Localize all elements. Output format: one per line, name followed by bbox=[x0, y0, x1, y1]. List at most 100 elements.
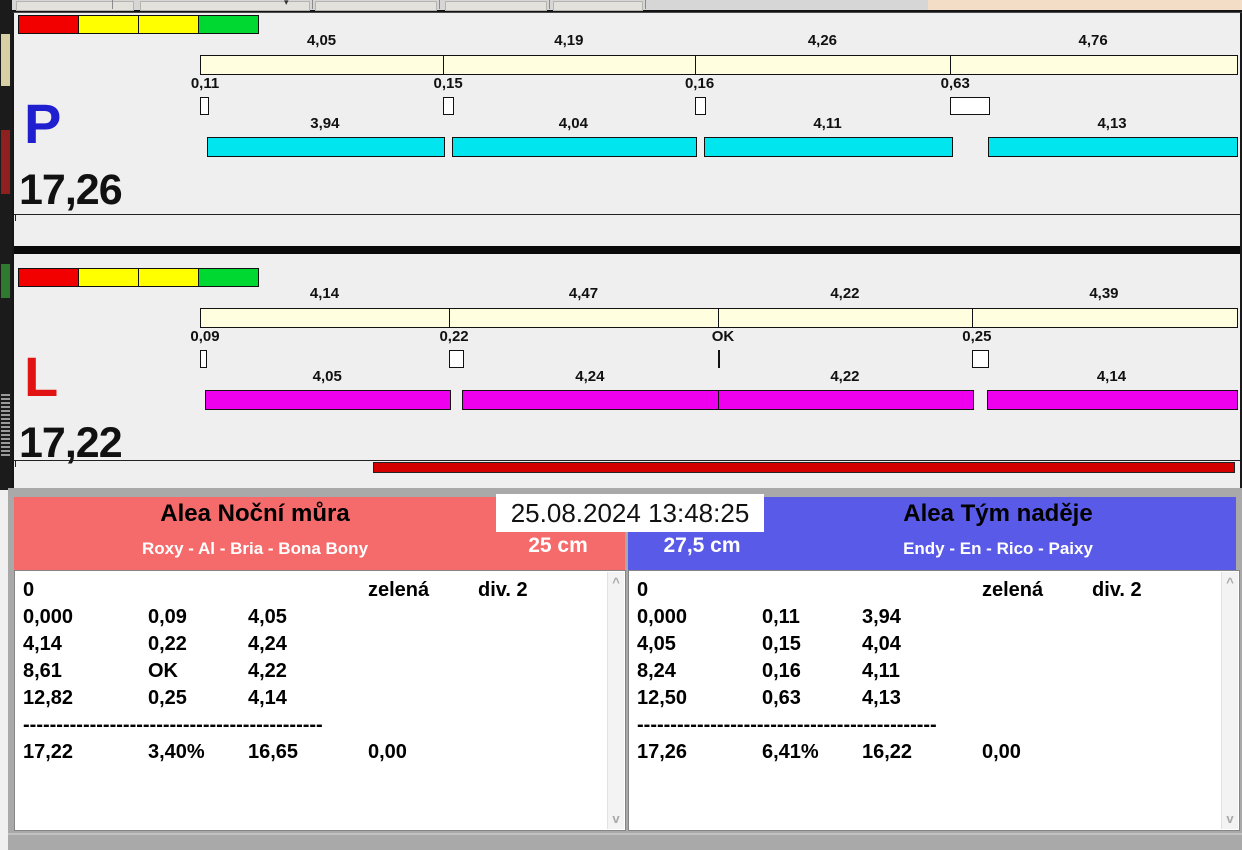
dog-run-bar bbox=[986, 390, 1238, 410]
change-time-label: 0,15 bbox=[433, 75, 463, 92]
results-cell: 4,14 bbox=[23, 633, 62, 655]
background-window-top-sliver: ▾ bbox=[12, 0, 1242, 12]
scroll-down-icon[interactable]: v bbox=[608, 811, 624, 826]
sliver-fragment bbox=[1, 130, 10, 194]
results-cell: div. 2 bbox=[478, 579, 528, 601]
flyball-timing-window: ▾ P 4,05 0,11 3,94 4,19 0,15 4,04 4,26 0,16 4,11… bbox=[0, 0, 1242, 850]
lane-separator bbox=[14, 246, 1240, 254]
results-text-panel-right[interactable]: 0 zelená div. 2 0,000 0,11 3,94 4,05 0,15 4,04 8,… bbox=[628, 570, 1240, 831]
results-divider-line: ----------------------------------------… bbox=[637, 714, 937, 736]
results-lines: 0 zelená div. 2 0,000 0,11 3,94 4,05 0,15 4,04 8,… bbox=[637, 579, 1217, 826]
results-cell: 0,63 bbox=[762, 687, 801, 709]
change-time-label: 0,09 bbox=[190, 328, 220, 345]
timestamp: 25.08.2024 13:48:25 bbox=[496, 494, 764, 532]
results-cell: 4,22 bbox=[248, 660, 287, 682]
timing-graph-area: P 4,05 0,11 3,94 4,19 0,15 4,04 4,26 0,16 4,11 4,… bbox=[12, 12, 1242, 489]
results-divider-line: ----------------------------------------… bbox=[23, 714, 323, 736]
results-cell: 0 bbox=[637, 579, 649, 601]
results-cell: 16,22 bbox=[862, 741, 913, 763]
lane-underline bbox=[14, 214, 1240, 221]
change-time-box bbox=[694, 97, 707, 115]
results-row: 17,22 3,40% 16,65 0,00 bbox=[23, 741, 603, 768]
toolbar-tick bbox=[112, 0, 113, 9]
toolbar-segment bbox=[553, 1, 643, 11]
change-time-box bbox=[449, 350, 465, 368]
results-cell: 4,05 bbox=[248, 606, 287, 628]
dog-run-bar bbox=[206, 137, 446, 157]
results-cell: 4,05 bbox=[637, 633, 676, 655]
change-time-label: 0,25 bbox=[962, 328, 992, 345]
split-divider bbox=[718, 309, 719, 327]
toolbar-segment bbox=[445, 1, 547, 11]
background-window-left-sliver bbox=[0, 0, 12, 490]
split-bar bbox=[200, 55, 1238, 75]
lane-total-time: 17,22 bbox=[19, 419, 123, 467]
run-time-label: 4,11 bbox=[813, 115, 842, 132]
scroll-down-icon[interactable]: v bbox=[1222, 811, 1238, 826]
run-time-label: 4,13 bbox=[1097, 115, 1127, 132]
results-row: 0 zelená div. 2 bbox=[23, 579, 603, 606]
split-time-label: 4,14 bbox=[309, 285, 340, 302]
run-time-label: 3,94 bbox=[310, 115, 340, 132]
scrollbar[interactable]: ^ v bbox=[1221, 572, 1238, 829]
change-time-label: 0,22 bbox=[439, 328, 469, 345]
team-name: Alea Tým naděje bbox=[903, 500, 1093, 527]
change-time-label: 0,11 bbox=[190, 75, 220, 92]
results-cell: 0,09 bbox=[148, 606, 187, 628]
scroll-up-icon[interactable]: ^ bbox=[1222, 575, 1238, 590]
bottom-strip-line bbox=[8, 833, 1242, 835]
toolbar-tick bbox=[312, 0, 313, 9]
run-time-label: 4,05 bbox=[312, 368, 342, 385]
lane-chart: 4,14 0,09 4,05 4,47 0,22 4,24 4,22 OK 4,22 4,39 0,… bbox=[14, 254, 1240, 462]
results-row: 12,50 0,63 4,13 bbox=[637, 687, 1217, 714]
results-cell: 0,11 bbox=[762, 606, 800, 628]
change-time-box bbox=[200, 350, 208, 368]
sliver-fragment bbox=[1, 264, 10, 298]
jump-height-badge: 27,5 cm bbox=[663, 534, 741, 557]
run-time-label: 4,24 bbox=[575, 368, 605, 385]
lane-chart: 4,05 0,11 3,94 4,19 0,15 4,04 4,26 0,16 4,11 4,76… bbox=[14, 13, 1240, 246]
results-cell: 12,82 bbox=[23, 687, 74, 709]
split-time-label: 4,39 bbox=[1089, 285, 1119, 302]
team-name: Alea Noční můra bbox=[160, 500, 350, 527]
split-divider bbox=[950, 56, 952, 74]
dog-run-bar bbox=[452, 137, 697, 157]
lane-underline bbox=[14, 460, 1240, 467]
scrollbar[interactable]: ^ v bbox=[607, 572, 624, 829]
background-window-peach-strip bbox=[928, 0, 1242, 10]
lane-total-time: 17,26 bbox=[19, 166, 123, 214]
results-cell: 0,000 bbox=[637, 606, 688, 628]
run-time-label: 4,04 bbox=[558, 115, 588, 132]
results-cell: 4,11 bbox=[862, 660, 900, 682]
toolbar-tick bbox=[439, 0, 440, 9]
results-row: 0 zelená div. 2 bbox=[637, 579, 1217, 606]
results-row: 4,05 0,15 4,04 bbox=[637, 633, 1217, 660]
results-cell: 0 bbox=[23, 579, 35, 601]
results-text-panel-left[interactable]: 0 zelená div. 2 0,000 0,09 4,05 4,14 0,22 4,24 8,… bbox=[14, 570, 626, 831]
results-cell: 0,25 bbox=[148, 687, 187, 709]
toolbar-tick bbox=[549, 0, 550, 9]
results-row: 17,26 6,41% 16,22 0,00 bbox=[637, 741, 1217, 768]
dog-run-bar bbox=[704, 137, 953, 157]
results-cell: 3,40% bbox=[148, 741, 205, 763]
results-lines: 0 zelená div. 2 0,000 0,09 4,05 4,14 0,22 4,24 8,… bbox=[23, 579, 603, 826]
team-dogs: Roxy - Al - Bria - Bona Bony bbox=[141, 539, 369, 558]
split-time-label: 4,47 bbox=[568, 285, 599, 302]
results-cell: div. 2 bbox=[1092, 579, 1142, 601]
results-cell: 4,14 bbox=[248, 687, 287, 709]
results-cell: zelená bbox=[982, 579, 1044, 601]
split-time-label: 4,26 bbox=[807, 32, 838, 49]
dropdown-caret-icon: ▾ bbox=[284, 0, 289, 7]
results-cell: 17,22 bbox=[23, 741, 74, 763]
run-time-label: 4,22 bbox=[830, 368, 860, 385]
split-bar bbox=[200, 308, 1238, 328]
results-cell: 12,50 bbox=[637, 687, 688, 709]
results-cell: OK bbox=[148, 660, 178, 682]
dog-run-bar bbox=[462, 390, 720, 410]
change-time-box bbox=[443, 97, 455, 115]
change-time-box bbox=[971, 350, 989, 368]
dog-run-bar bbox=[988, 137, 1238, 157]
results-cell: 0,15 bbox=[762, 633, 801, 655]
results-cell: 8,24 bbox=[637, 660, 676, 682]
scroll-up-icon[interactable]: ^ bbox=[608, 575, 624, 590]
